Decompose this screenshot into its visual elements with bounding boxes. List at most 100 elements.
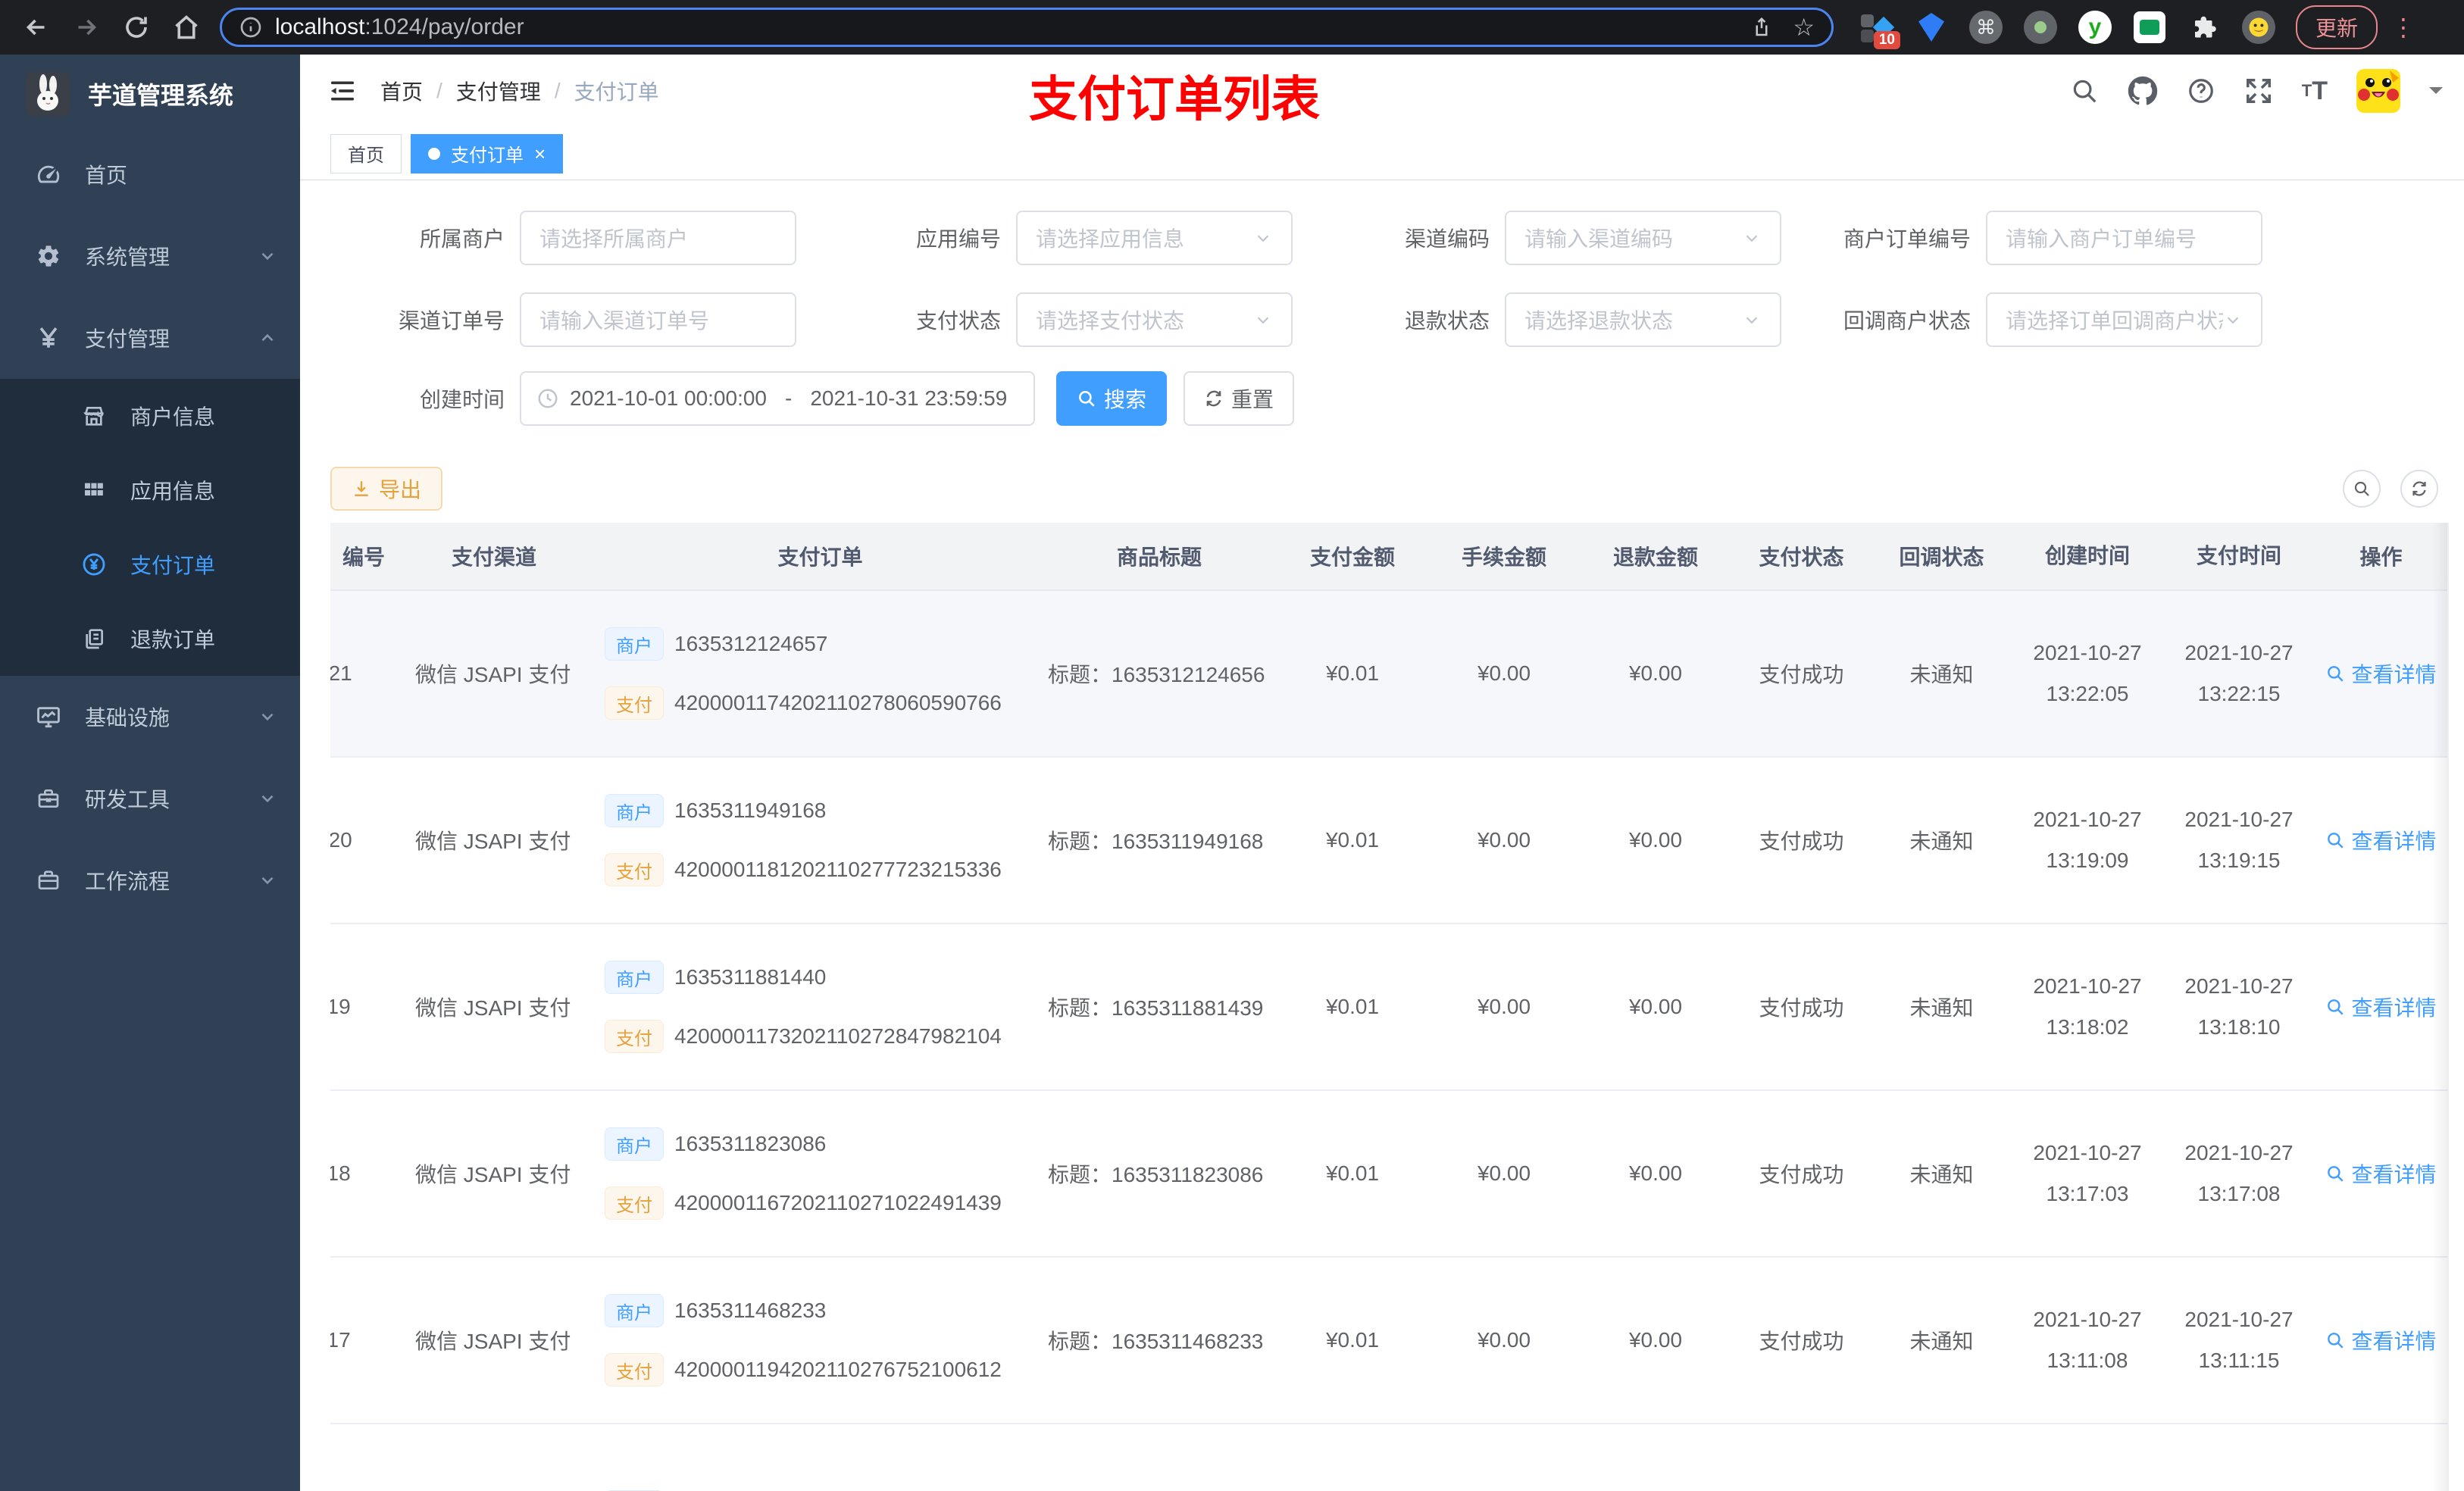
filter-field-支付状态: 支付状态 请选择支付状态 (796, 292, 1293, 347)
extension-icon[interactable]: 10 (1859, 10, 1900, 49)
sidebar-item-首页[interactable]: 首页 (0, 133, 300, 215)
sidebar-item-研发工具[interactable]: 研发工具 (0, 758, 300, 839)
fullscreen-icon[interactable] (2244, 77, 2273, 105)
page: localhost:1024/pay/order ☆ 10 ⌘ y 更新 ⋮ … (0, 0, 2464, 1491)
cell-notify-status: 未通知 (1909, 830, 1974, 853)
view-details-label: 查看详情 (2351, 996, 2437, 1020)
column-header-退款金额: 退款金额 (1612, 545, 1698, 569)
cell-title: 标题：1635312124656 (1048, 663, 1265, 686)
browser-back-icon[interactable] (20, 11, 53, 44)
extension-icon[interactable] (2023, 10, 2058, 45)
search-button[interactable]: 搜索 (1056, 371, 1167, 426)
input-商户订单编号[interactable]: 请输入商户订单编号 (1986, 211, 2262, 265)
cell-pay-amount: ¥0.01 (1325, 995, 1380, 1018)
column-header-创建时间: 创建时间 (2044, 544, 2130, 567)
yen-icon (33, 325, 64, 351)
header-search-icon[interactable] (2070, 77, 2099, 105)
date-end-value[interactable]: 2021-10-31 23:59:59 (810, 386, 1007, 411)
refresh-table-button[interactable] (2400, 470, 2438, 508)
font-size-icon[interactable]: TT (2302, 77, 2328, 106)
input-渠道订单号[interactable]: 请输入渠道订单号 (520, 292, 796, 347)
view-details-link[interactable]: 查看详情 (2325, 992, 2437, 1022)
github-icon[interactable] (2128, 76, 2158, 106)
chevron-down-icon (1742, 228, 1762, 248)
input-所属商户[interactable]: 请选择所属商户 (520, 211, 796, 265)
sidebar-item-系统管理[interactable]: 系统管理 (0, 215, 300, 297)
date-range-input[interactable]: 2021-10-01 00:00:00 - 2021-10-31 23:59:5… (520, 371, 1035, 426)
clock-icon (536, 387, 559, 410)
view-details-link[interactable]: 查看详情 (2325, 658, 2437, 689)
share-icon[interactable] (1750, 16, 1773, 39)
date-start-value[interactable]: 2021-10-01 00:00:00 (570, 386, 767, 411)
pay-order-no: 4200001194202110276752100612 (674, 1358, 1002, 1381)
sidebar-item-支付管理[interactable]: 支付管理 (0, 297, 300, 379)
select-回调商户状态[interactable]: 请选择订单回调商户状态 (1986, 292, 2262, 347)
bookmark-star-icon[interactable]: ☆ (1793, 13, 1815, 42)
avatar-caret-icon[interactable] (2429, 87, 2443, 101)
extension-icon[interactable] (2132, 10, 2167, 45)
url-path: :1024/pay/order (364, 14, 524, 39)
cell-fee-amount: ¥0.00 (1477, 1161, 1531, 1185)
create-time: 13:17:03 (2046, 1182, 2129, 1205)
help-icon[interactable] (2187, 77, 2215, 105)
view-details-label: 查看详情 (2351, 1163, 2437, 1186)
sidebar-fold-icon[interactable] (327, 76, 358, 106)
column-header-商品标题: 商品标题 (1116, 545, 1202, 569)
site-info-icon[interactable] (239, 15, 263, 39)
browser-reload-icon[interactable] (120, 11, 153, 44)
view-details-link[interactable]: 查看详情 (2325, 825, 2437, 855)
extension-icon[interactable]: ⌘ (1968, 10, 2003, 45)
filter-field-渠道编码: 渠道编码 请输入渠道编码 (1293, 211, 1781, 265)
chevron-down-icon (258, 871, 277, 890)
chevron-down-icon (258, 789, 277, 808)
cell-pay-amount: ¥0.01 (1325, 1161, 1380, 1185)
tab-首页[interactable]: 首页 (330, 133, 402, 173)
sidebar-item-工作流程[interactable]: 工作流程 (0, 839, 300, 921)
tab-close-icon[interactable]: × (534, 144, 546, 164)
cell-channel: 微信 JSAPI 支付 (415, 996, 571, 1020)
puzzle-extensions-icon[interactable] (2187, 10, 2222, 45)
cell-refund-amount: ¥0.00 (1628, 1328, 1683, 1352)
browser-forward-icon[interactable] (70, 11, 103, 44)
cell-pay-amount (1277, 1424, 1428, 1491)
cell-title (1042, 1424, 1277, 1491)
merchant-order-line: 商户 1635312124657 (605, 627, 827, 661)
browser-home-icon[interactable] (170, 11, 203, 44)
sidebar-item-应用信息[interactable]: 应用信息 (0, 453, 300, 527)
pay-tag: 支付 (605, 686, 664, 720)
export-button[interactable]: 导出 (330, 467, 442, 511)
merchant-order-line: 商户 1635311881440 (605, 961, 826, 994)
sidebar-item-支付订单[interactable]: 支付订单 (0, 527, 300, 602)
select-支付状态[interactable]: 请选择支付状态 (1016, 292, 1293, 347)
reset-button[interactable]: 重置 (1184, 371, 1294, 426)
tab-支付订单[interactable]: 支付订单 × (411, 133, 564, 173)
user-avatar[interactable] (2356, 69, 2400, 113)
address-bar[interactable]: localhost:1024/pay/order ☆ (220, 8, 1834, 47)
breadcrumb-item[interactable]: 首页 (380, 76, 423, 106)
breadcrumb-separator: / (436, 79, 442, 102)
shop-icon (79, 404, 109, 428)
select-退款状态[interactable]: 请选择退款状态 (1505, 292, 1781, 347)
logo[interactable]: 芋道管理系统 (0, 55, 300, 133)
select-渠道编码[interactable]: 请输入渠道编码 (1505, 211, 1781, 265)
magnifier-icon (2325, 1164, 2345, 1183)
breadcrumb-item[interactable]: 支付管理 (456, 76, 541, 106)
toggle-search-button[interactable] (2343, 470, 2381, 508)
select-应用编号[interactable]: 请选择应用信息 (1016, 211, 1293, 265)
sidebar-item-基础设施[interactable]: 基础设施 (0, 676, 300, 758)
cell-actions (2315, 1424, 2447, 1491)
sidebar-item-退款订单[interactable]: 退款订单 (0, 602, 300, 676)
browser-update-button[interactable]: 更新 (2296, 5, 2378, 49)
chevron-down-icon (2223, 310, 2243, 330)
extension-icon[interactable]: y (2078, 10, 2112, 45)
grid-icon (79, 478, 109, 502)
view-details-link[interactable]: 查看详情 (2325, 1158, 2437, 1189)
placeholder-text: 请选择支付状态 (1036, 309, 1185, 333)
browser-menu-icon[interactable]: ⋮ (2391, 13, 2416, 42)
extension-icon[interactable] (1914, 10, 1949, 45)
view-details-link[interactable]: 查看详情 (2325, 1325, 2437, 1355)
cell-refund-amount: ¥0.00 (1628, 1161, 1683, 1185)
sidebar-item-商户信息[interactable]: 商户信息 (0, 379, 300, 453)
table-header-row: 编号 支付渠道 支付订单 商品标题 支付金额 手续金额 退款金额 支付状态 回调状态 创建时间 支付… (330, 523, 2447, 591)
extension-icon[interactable] (2241, 10, 2276, 45)
